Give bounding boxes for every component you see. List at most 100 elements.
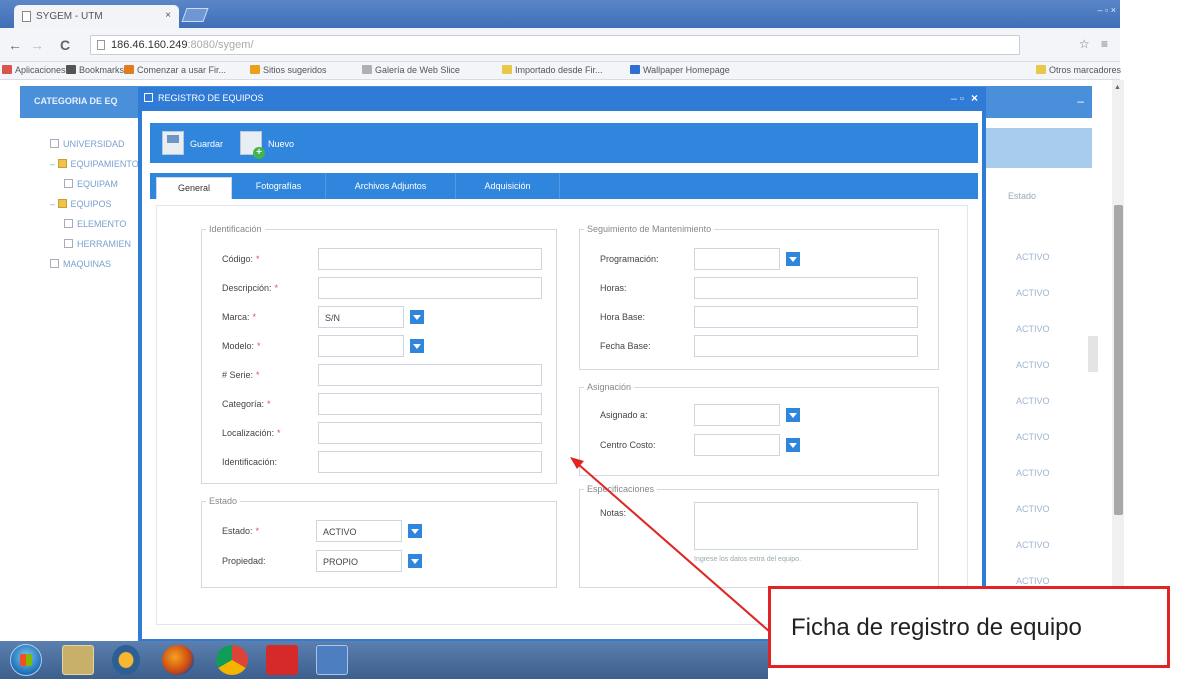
programación-select[interactable]	[694, 248, 780, 270]
asignacion-legend: Asignación	[587, 382, 632, 392]
bookmark-item[interactable]: Comenzar a usar Fir...	[124, 65, 226, 75]
url-host: 186.46.160.249	[111, 39, 188, 51]
field-label: Hora Base:	[600, 312, 645, 322]
dropdown-arrow-icon[interactable]	[410, 339, 424, 353]
identificación-input[interactable]	[318, 451, 542, 473]
fecha-base-input[interactable]	[694, 335, 918, 357]
modal-toolbar: Guardar Nuevo	[150, 123, 978, 163]
firefox-icon[interactable]	[162, 645, 194, 675]
tree-item[interactable]: – EQUIPOS	[50, 194, 139, 214]
field-label-text: Asignado a:	[600, 410, 648, 420]
tree-toggle-icon[interactable]: –	[50, 199, 58, 209]
tree-item[interactable]: EQUIPAM	[50, 174, 139, 194]
new-tab-button[interactable]	[181, 8, 209, 22]
save-button[interactable]: Guardar	[162, 131, 223, 155]
modal-titlebar[interactable]: REGISTRO DE EQUIPOS – ▫ ×	[138, 87, 986, 111]
folder-icon	[57, 159, 67, 168]
media-player-icon[interactable]	[112, 645, 140, 675]
bookmark-item[interactable]: Aplicaciones	[2, 65, 66, 75]
minimize-maximize-icons[interactable]: – ▫	[951, 93, 964, 105]
required-marker: *	[277, 428, 281, 438]
close-icon[interactable]: ×	[971, 91, 978, 105]
tree-item[interactable]: ELEMENTO	[50, 214, 139, 234]
column-header-estado[interactable]: Estado	[1008, 191, 1036, 201]
start-button[interactable]	[10, 644, 42, 676]
tree-item-label: EQUIPOS	[70, 199, 112, 209]
field-label-text: Descripción:	[222, 283, 272, 293]
field-label: Marca: *	[222, 312, 256, 322]
dropdown-arrow-icon[interactable]	[786, 438, 800, 452]
notes-textarea[interactable]	[694, 502, 918, 550]
explorer-icon[interactable]	[62, 645, 94, 675]
chrome-icon[interactable]	[216, 645, 248, 675]
status-cell: ACTIVO	[1016, 468, 1050, 478]
field-label-text: Código:	[222, 254, 254, 264]
back-button[interactable]: ←	[8, 37, 22, 53]
tree-item[interactable]: UNIVERSIDAD	[50, 134, 139, 154]
categoría-input[interactable]	[318, 393, 542, 415]
estado-legend: Estado	[209, 496, 238, 506]
bookmark-item[interactable]: Galería de Web Slice	[362, 65, 460, 75]
tab-fotografias[interactable]: Fotografías	[232, 173, 326, 199]
forward-button[interactable]: →	[30, 37, 44, 53]
acrobat-icon[interactable]	[266, 645, 298, 675]
field-label: Centro Costo:	[600, 440, 656, 450]
dropdown-arrow-icon[interactable]	[410, 310, 424, 324]
serie-input[interactable]	[318, 364, 542, 386]
star-menu-icons[interactable]: ☆ ≡	[1079, 37, 1112, 51]
required-marker: *	[257, 341, 261, 351]
tab-archivos-adjuntos[interactable]: Archivos Adjuntos	[326, 173, 456, 199]
page-scrollbar-thumb[interactable]	[1114, 205, 1123, 515]
inner-scrollbar[interactable]	[1088, 336, 1098, 372]
tree-toggle-icon[interactable]: –	[50, 159, 58, 169]
new-button[interactable]: Nuevo	[240, 131, 294, 159]
tree-item-label: EQUIPAMIENTO	[70, 159, 139, 169]
horas-input[interactable]	[694, 277, 918, 299]
app-icon[interactable]	[316, 645, 348, 675]
browser-tab[interactable]: SYGEM - UTM ×	[14, 5, 179, 28]
código-input[interactable]	[318, 248, 542, 270]
dropdown-arrow-icon[interactable]	[408, 554, 422, 568]
window-controls[interactable]: – ▫ ×	[1030, 5, 1120, 21]
dropdown-arrow-icon[interactable]	[786, 252, 800, 266]
field-label: Código: *	[222, 254, 260, 264]
field-label: Descripción: *	[222, 283, 278, 293]
marca-select[interactable]: S/N	[318, 306, 404, 328]
collapse-icon[interactable]: –	[1077, 94, 1084, 108]
browser-tab-title: SYGEM - UTM	[36, 11, 103, 22]
tree-item-label: HERRAMIEN	[77, 239, 132, 249]
bookmark-icon	[250, 65, 260, 74]
localización-input[interactable]	[318, 422, 542, 444]
field-label: Asignado a:	[600, 410, 648, 420]
estado-select[interactable]: ACTIVO	[316, 520, 402, 542]
tab-close-icon[interactable]: ×	[165, 10, 171, 21]
hora-base-input[interactable]	[694, 306, 918, 328]
scroll-up-icon[interactable]: ▲	[1114, 84, 1121, 91]
descripción-input[interactable]	[318, 277, 542, 299]
bookmark-item[interactable]: Importado desde Fir...	[502, 65, 603, 75]
bookmark-item[interactable]: Sitios sugeridos	[250, 65, 327, 75]
tree-item[interactable]: HERRAMIEN	[50, 234, 139, 254]
tree-item[interactable]: MAQUINAS	[50, 254, 139, 274]
bookmark-label: Wallpaper Homepage	[643, 65, 730, 75]
field-label-text: Programación:	[600, 254, 659, 264]
bookmark-item[interactable]: Wallpaper Homepage	[630, 65, 730, 75]
bookmark-item[interactable]: Bookmarks	[66, 65, 124, 75]
dropdown-arrow-icon[interactable]	[786, 408, 800, 422]
centro-costo-select[interactable]	[694, 434, 780, 456]
asignado-a-select[interactable]	[694, 404, 780, 426]
modelo-select[interactable]	[318, 335, 404, 357]
propiedad-select[interactable]: PROPIO	[316, 550, 402, 572]
bookmark-label: Importado desde Fir...	[515, 65, 603, 75]
dropdown-arrow-icon[interactable]	[408, 524, 422, 538]
reload-button[interactable]: C	[60, 37, 70, 53]
page-icon	[97, 40, 105, 50]
field-label: Modelo: *	[222, 341, 261, 351]
url-input[interactable]: 186.46.160.249:8080/sygem/	[90, 35, 1020, 55]
tab-adquisicion[interactable]: Adquisición	[456, 173, 560, 199]
tab-general[interactable]: General	[156, 177, 232, 199]
status-cell: ACTIVO	[1016, 540, 1050, 550]
other-bookmarks[interactable]: Otros marcadores	[1036, 65, 1121, 75]
estado-group: Estado Estado: * ACTIVO Propiedad: PROPIO	[201, 496, 557, 588]
tree-item[interactable]: – EQUIPAMIENTO	[50, 154, 139, 174]
